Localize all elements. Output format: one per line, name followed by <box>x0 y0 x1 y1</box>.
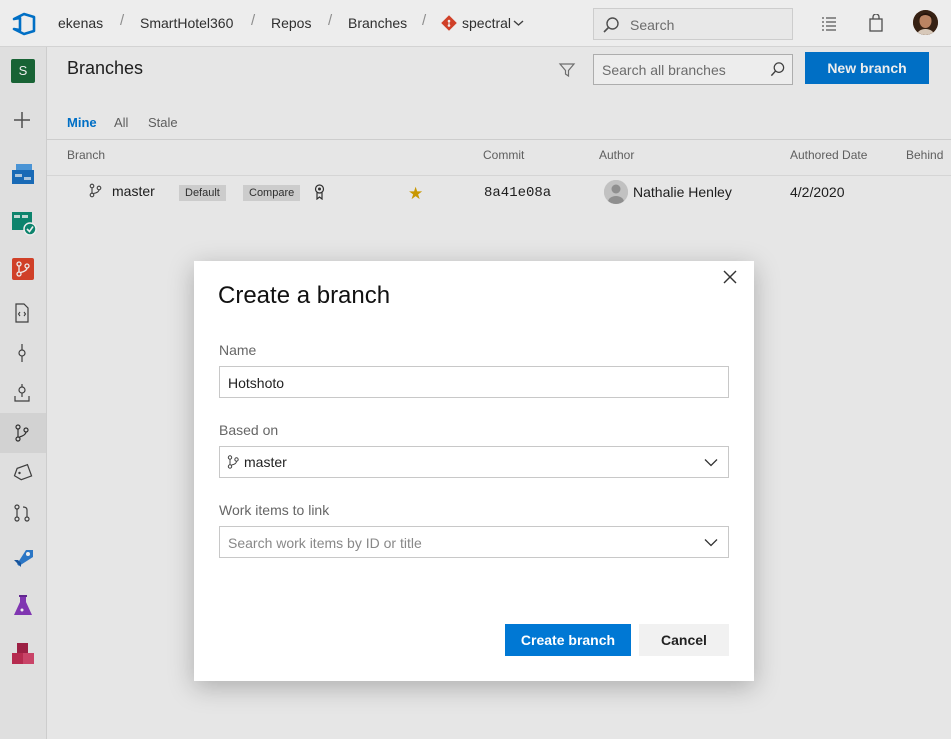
work-items-label: Work items to link <box>219 502 330 518</box>
branch-icon <box>227 455 239 469</box>
based-on-label: Based on <box>219 422 279 438</box>
branch-name-input[interactable] <box>228 373 698 393</box>
chevron-down-icon <box>704 459 718 467</box>
cancel-button[interactable]: Cancel <box>639 624 729 656</box>
create-branch-button[interactable]: Create branch <box>505 624 631 656</box>
based-on-value: master <box>244 454 287 470</box>
work-items-dropdown[interactable] <box>219 526 729 558</box>
name-label: Name <box>219 342 257 358</box>
name-field[interactable] <box>219 366 729 398</box>
create-branch-dialog: Create a branch Name Based on master Wor… <box>194 261 754 681</box>
dialog-title: Create a branch <box>218 282 391 309</box>
based-on-dropdown[interactable]: master <box>219 446 729 478</box>
close-icon[interactable] <box>722 269 738 285</box>
work-items-input[interactable] <box>228 533 698 553</box>
chevron-down-icon <box>704 539 718 547</box>
